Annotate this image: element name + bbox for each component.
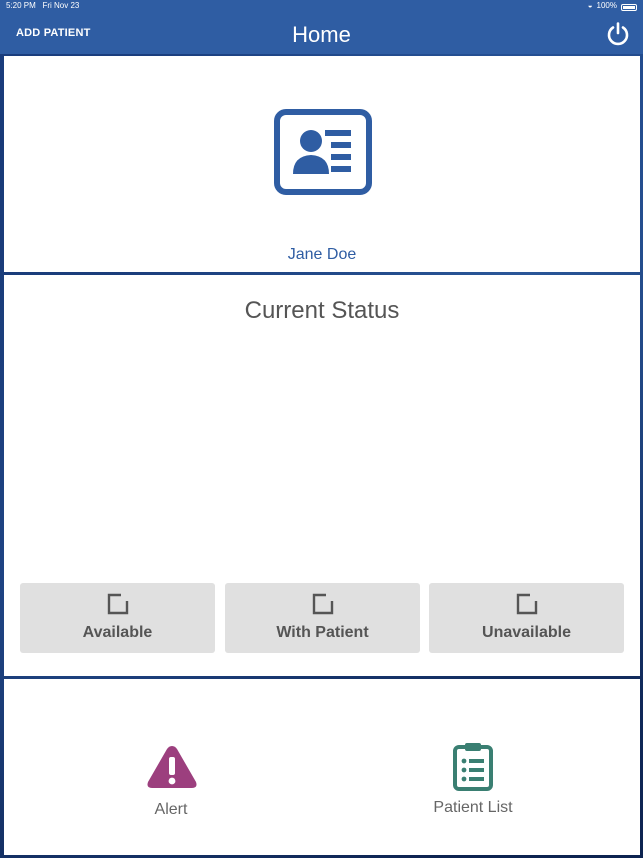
current-status-panel: Current Status Available With Patient Un… [4, 275, 640, 676]
status-date: Fri Nov 23 [42, 1, 80, 10]
actions-panel: Alert Patient List [4, 679, 640, 855]
checkbox-icon [107, 593, 129, 615]
status-time: 5:20 PM [6, 1, 36, 10]
checkbox-icon [516, 593, 538, 615]
alert-button[interactable]: Alert [91, 739, 251, 829]
patient-list-button[interactable]: Patient List [393, 739, 553, 829]
battery-icon [621, 3, 637, 11]
with-patient-button[interactable]: With Patient [225, 583, 420, 653]
alert-label: Alert [154, 801, 188, 818]
alert-triangle-icon [147, 746, 197, 788]
available-label: Available [82, 624, 153, 641]
unavailable-label: Unavailable [482, 624, 571, 641]
status-time-date: 5:20 PM Fri Nov 23 [6, 0, 79, 12]
wifi-icon: ◒ [587, 1, 593, 10]
status-right: ◒ 100% [588, 0, 637, 12]
page-title: Home [292, 22, 351, 47]
battery-percent: 100% [596, 1, 617, 10]
status-bar: 5:20 PM Fri Nov 23 ◒ 100% [0, 0, 643, 12]
id-card-icon [274, 109, 372, 195]
patient-name[interactable]: Jane Doe [4, 246, 640, 264]
with-patient-label: With Patient [276, 624, 369, 641]
power-icon[interactable] [605, 21, 631, 47]
available-button[interactable]: Available [20, 583, 215, 653]
checkbox-icon [312, 593, 334, 615]
current-status-title: Current Status [244, 297, 400, 324]
patient-list-label: Patient List [433, 799, 513, 816]
clipboard-list-icon [453, 743, 493, 791]
nav-bar: ADD PATIENT Home [0, 12, 643, 54]
unavailable-button[interactable]: Unavailable [429, 583, 624, 653]
patient-panel: Jane Doe [4, 56, 640, 272]
